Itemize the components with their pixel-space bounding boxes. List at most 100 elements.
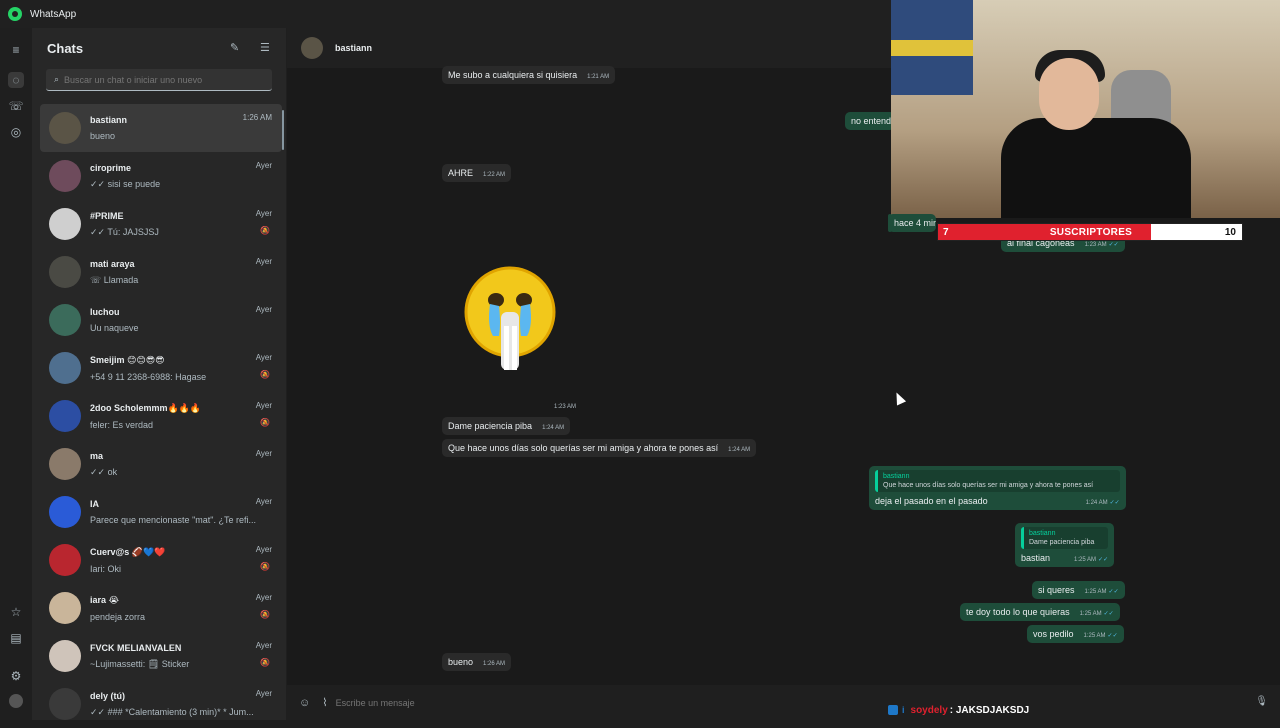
message-outgoing[interactable]: vos pedilo 1:25 AM ✓✓ xyxy=(1027,625,1124,643)
chat-meta: iara 😭 pendeja zorra xyxy=(90,595,282,622)
message-outgoing[interactable]: no entendí xyxy=(845,112,895,130)
chat-list-item[interactable]: bastiann bueno 1:26 AM xyxy=(40,104,282,152)
chat-name: FVCK MELIANVALEN xyxy=(90,642,182,653)
chat-preview: ✓✓ sisi se puede xyxy=(90,178,161,189)
chat-preview: ✓✓ Tú: JAJSJSJ xyxy=(90,226,159,237)
message-incoming[interactable]: bueno 1:26 AM xyxy=(442,653,512,671)
quoted-text: Que hace unos días solo querías ser mi a… xyxy=(883,482,1094,489)
chat-time: Ayer xyxy=(255,401,272,410)
message-time: 1:22 AM xyxy=(483,172,506,178)
chat-name: dely (tú) xyxy=(90,690,125,701)
quoted-author: bastiann xyxy=(883,473,910,480)
chat-meta: Smeijim 😊😊😎😎 +54 9 11 2368-6988: Hagase xyxy=(90,355,282,382)
search-icon: ⌕ xyxy=(54,74,60,84)
message-text: AHRE xyxy=(448,168,474,178)
chat-list-scrollbar[interactable] xyxy=(282,110,284,150)
whatsapp-logo-icon xyxy=(8,7,22,21)
message-time: 1:25 AM xyxy=(1074,557,1097,563)
chat-name: iara 😭 xyxy=(90,594,120,605)
contact-avatar[interactable] xyxy=(301,37,323,59)
stream-platform-icon xyxy=(888,705,898,715)
chat-time: Ayer xyxy=(255,305,272,314)
search-input[interactable] xyxy=(64,74,265,85)
chat-list-item[interactable]: ma ✓✓ ok Ayer xyxy=(40,440,282,488)
chat-preview: Uu naqueve xyxy=(90,323,139,333)
chat-list-item[interactable]: 2doo Scholemmm🔥🔥🔥 feler: Es verdad Ayer 🔕 xyxy=(40,392,282,440)
chat-list-item[interactable]: ciroprime ✓✓ sisi se puede Ayer xyxy=(40,152,282,200)
message-text: deja el pasado en el pasado xyxy=(875,496,988,506)
chat-name: Cuerv@s 🏈💙❤️ xyxy=(90,546,166,557)
status-icon[interactable]: ◎ xyxy=(8,124,24,140)
message-incoming[interactable]: AHRE 1:22 AM xyxy=(442,164,512,182)
subscriber-goal: 10 xyxy=(1224,227,1236,238)
attach-icon[interactable]: ⌇ xyxy=(322,696,327,709)
message-time: 1:24 AM xyxy=(542,425,565,431)
message-time: 1:24 AM xyxy=(1085,500,1108,506)
message-time: 1:25 AM xyxy=(1079,611,1102,617)
message-text: no entendí xyxy=(851,116,894,126)
chat-name: ciroprime xyxy=(90,162,132,173)
chat-preview: Parece que mencionaste "mat". ¿Te refi..… xyxy=(90,515,256,525)
info-icon: i xyxy=(902,705,905,715)
quoted-message[interactable]: bastiann Que hace unos días solo querías… xyxy=(875,470,1120,492)
chat-meta: luchou Uu naqueve xyxy=(90,307,282,333)
settings-icon[interactable]: ⚙ xyxy=(8,668,24,684)
menu-icon[interactable]: ≡ xyxy=(8,42,24,58)
message-time: 1:24 AM xyxy=(728,447,751,453)
calls-icon[interactable]: ☏ xyxy=(8,98,24,114)
quoted-message[interactable]: bastiann Dame paciencia piba xyxy=(1021,527,1109,549)
message-outgoing[interactable]: si queres 1:25 AM ✓✓ xyxy=(1032,581,1125,599)
read-receipt-icon: ✓✓ xyxy=(1098,557,1109,563)
message-outgoing-reply[interactable]: bastiann Dame paciencia piba bastian 1:25… xyxy=(1015,523,1115,567)
new-chat-icon[interactable]: ✎ xyxy=(230,41,239,54)
message-outgoing[interactable]: hace 4 minutos te hacias el picante conm… xyxy=(888,214,936,232)
muted-icon: 🔕 xyxy=(260,418,270,427)
chat-list-item[interactable]: IA Parece que mencionaste "mat". ¿Te refi… xyxy=(40,488,282,536)
chat-list-item[interactable]: iara 😭 pendeja zorra Ayer 🔕 xyxy=(40,584,282,632)
chat-preview: ✓✓ ok xyxy=(90,466,118,477)
contact-name[interactable]: bastiann xyxy=(335,43,372,53)
read-receipt-icon: ✓✓ xyxy=(1103,611,1114,617)
message-time: 1:21 AM xyxy=(587,74,610,80)
search-box[interactable]: ⌕ xyxy=(46,69,272,91)
subscriber-goal-label: SUSCRIPTORES xyxy=(1049,227,1133,238)
starred-icon[interactable]: ☆ xyxy=(8,604,24,620)
message-text: Dame paciencia piba xyxy=(448,421,533,431)
chat-list-item[interactable]: Smeijim 😊😊😎😎 +54 9 11 2368-6988: Hagase Ay… xyxy=(40,344,282,392)
chat-time: Ayer xyxy=(255,449,272,458)
chat-list-item[interactable]: #PRIME ✓✓ Tú: JAJSJSJ Ayer 🔕 xyxy=(40,200,282,248)
microphone-icon[interactable]: 🎙 xyxy=(1255,696,1268,707)
crying-sticker[interactable] xyxy=(463,266,557,374)
chat-preview: +54 9 11 2368-6988: Hagase xyxy=(90,371,207,382)
message-outgoing[interactable]: te doy todo lo que quieras 1:25 AM ✓✓ xyxy=(960,603,1120,621)
chat-list-item[interactable]: mati araya ☏ Llamada Ayer xyxy=(40,248,282,296)
read-receipt-icon: ✓✓ xyxy=(1108,242,1119,248)
chat-preview: pendeja zorra xyxy=(90,611,146,622)
chat-meta: Cuerv@s 🏈💙❤️ Iari: Oki xyxy=(90,547,282,574)
chat-list-item[interactable]: FVCK MELIANVALEN ~Lujimassetti: 🗒 Sticker… xyxy=(40,632,282,680)
archive-icon[interactable]: ▤ xyxy=(8,630,24,646)
chat-meta: FVCK MELIANVALEN ~Lujimassetti: 🗒 Sticker xyxy=(90,643,282,670)
message-incoming[interactable]: Que hace unos días solo querías ser mi a… xyxy=(442,439,757,457)
chat-avatar xyxy=(49,688,81,720)
profile-avatar[interactable] xyxy=(9,694,23,708)
emoji-icon[interactable]: ☺ xyxy=(299,697,310,709)
webcam-person-body xyxy=(1001,118,1191,218)
chat-preview: feler: Es verdad xyxy=(90,419,154,430)
chat-list-item[interactable]: Cuerv@s 🏈💙❤️ Iari: Oki Ayer 🔕 xyxy=(40,536,282,584)
chat-time: Ayer xyxy=(255,641,272,650)
app-title: WhatsApp xyxy=(30,8,77,20)
message-incoming[interactable]: Me subo a cualquiera si quisiera 1:21 AM xyxy=(442,66,616,84)
message-input[interactable] xyxy=(335,697,836,708)
filter-icon[interactable]: ☰ xyxy=(260,41,270,54)
chat-time: Ayer xyxy=(255,545,272,554)
message-text: Que hace unos días solo querías ser mi a… xyxy=(448,443,719,453)
message-text: Me subo a cualquiera si quisiera xyxy=(448,70,578,80)
quoted-text: Dame paciencia piba xyxy=(1029,539,1095,546)
chats-icon[interactable]: ◌ xyxy=(8,72,24,88)
chat-list-item[interactable]: luchou Uu naqueve Ayer xyxy=(40,296,282,344)
chat-list-item[interactable]: dely (tú) ✓✓ ### *Calentamiento (3 min)* … xyxy=(40,680,282,728)
message-incoming[interactable]: Dame paciencia piba 1:24 AM xyxy=(442,417,571,435)
message-outgoing-reply[interactable]: bastiann Que hace unos días solo querías… xyxy=(869,466,1126,510)
chat-name: 2doo Scholemmm🔥🔥🔥 xyxy=(90,402,202,413)
